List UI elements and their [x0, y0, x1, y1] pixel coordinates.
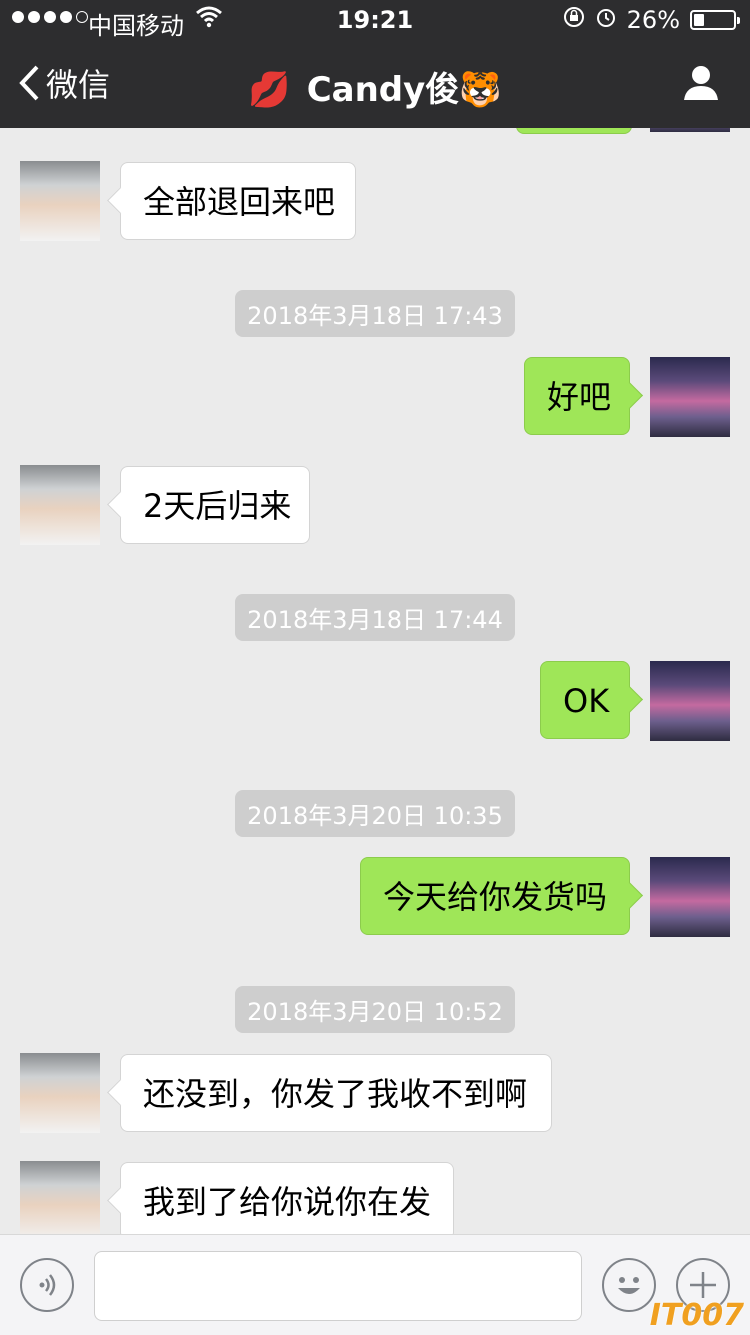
- nav-bar: 微信 💋 Candy俊🐯: [0, 40, 750, 128]
- timestamp-text: 2018年3月20日 10:52: [235, 986, 515, 1033]
- input-bar: IT007: [0, 1234, 750, 1335]
- friend-avatar[interactable]: [20, 1053, 100, 1133]
- incoming-message[interactable]: 我到了给你说你在发: [120, 1162, 454, 1234]
- incoming-message[interactable]: 还没到，你发了我收不到啊: [120, 1054, 552, 1132]
- timestamp: 2018年3月18日 17:43: [0, 290, 750, 337]
- person-icon: [684, 66, 718, 100]
- emoji-button[interactable]: [602, 1258, 656, 1312]
- my-avatar[interactable]: [650, 857, 730, 937]
- timestamp: 2018年3月18日 17:44: [0, 594, 750, 641]
- alarm-icon: [595, 6, 617, 34]
- outgoing-message[interactable]: 今天给你发货吗: [360, 857, 630, 935]
- chat-title: 💋 Candy俊🐯: [0, 62, 750, 111]
- top-bar: 中国移动 19:21 26% 微信 💋 Candy俊🐯: [0, 0, 750, 128]
- outgoing-message[interactable]: 好吧: [524, 357, 630, 435]
- partial-outgoing-bubble: [516, 128, 632, 134]
- chat-area[interactable]: 全部退回来吧 2018年3月18日 17:43 好吧 2天后归来 2018年3月…: [0, 128, 750, 1234]
- voice-button[interactable]: [20, 1258, 74, 1312]
- timestamp-text: 2018年3月18日 17:44: [235, 594, 515, 641]
- chat-title-text: Candy俊🐯: [306, 70, 502, 110]
- message-input[interactable]: [94, 1251, 582, 1321]
- my-avatar[interactable]: [650, 661, 730, 741]
- my-avatar[interactable]: [650, 357, 730, 437]
- battery-icon: [690, 10, 740, 30]
- battery-percent: 26%: [626, 6, 680, 34]
- lips-emoji: 💋: [248, 70, 291, 110]
- emoji-icon: [618, 1277, 640, 1294]
- timestamp-text: 2018年3月18日 17:43: [235, 290, 515, 337]
- timestamp: 2018年3月20日 10:52: [0, 986, 750, 1033]
- voice-icon: [39, 1274, 56, 1296]
- timestamp-text: 2018年3月20日 10:35: [235, 790, 515, 837]
- watermark-logo: IT007: [649, 1298, 744, 1333]
- outgoing-message[interactable]: OK: [540, 661, 630, 739]
- contact-info-button[interactable]: [682, 64, 720, 106]
- status-bar: 中国移动 19:21 26%: [0, 0, 750, 40]
- friend-avatar[interactable]: [20, 1161, 100, 1234]
- friend-avatar[interactable]: [20, 465, 100, 545]
- incoming-message[interactable]: 全部退回来吧: [120, 162, 356, 240]
- friend-avatar[interactable]: [20, 161, 100, 241]
- timestamp: 2018年3月20日 10:35: [0, 790, 750, 837]
- my-avatar[interactable]: [650, 128, 730, 132]
- rotation-lock-icon: [563, 6, 585, 34]
- incoming-message[interactable]: 2天后归来: [120, 466, 310, 544]
